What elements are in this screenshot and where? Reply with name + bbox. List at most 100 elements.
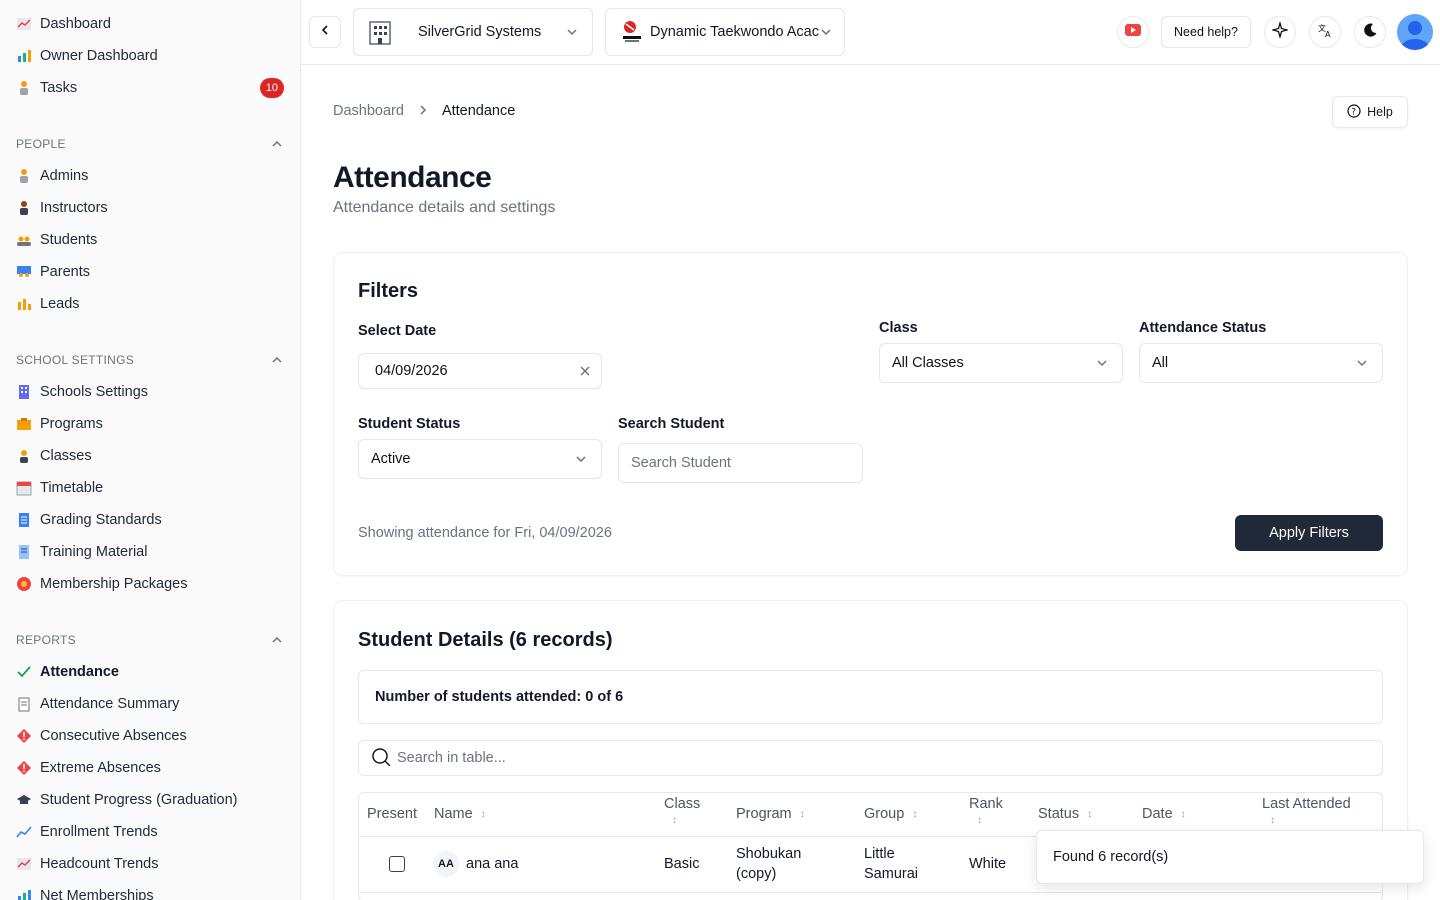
programs-icon xyxy=(16,416,32,432)
sidebar-item-tasks[interactable]: Tasks 10 xyxy=(16,76,286,100)
school-select[interactable]: Dynamic Taekwondo Acac xyxy=(605,8,845,56)
date-input[interactable]: 04/09/2026 xyxy=(358,353,602,389)
page-title: Attendance xyxy=(333,161,492,194)
bar-chart-icon xyxy=(16,48,32,64)
column-header-group[interactable]: Group ↕ xyxy=(864,806,917,822)
program-line: (copy) xyxy=(736,866,777,882)
sidebar-item-consecutive-absences[interactable]: Consecutive Absences xyxy=(16,724,286,748)
attendance-status-value: All xyxy=(1152,355,1169,371)
sidebar-item-label: Net Memberships xyxy=(40,888,154,900)
sidebar-item-dashboard[interactable]: Dashboard xyxy=(16,12,286,36)
column-header-last-attended[interactable]: Last Attended xyxy=(1262,796,1351,812)
present-checkbox[interactable] xyxy=(389,856,405,872)
student-status-select[interactable]: Active xyxy=(358,439,602,479)
search-student-label: Search Student xyxy=(618,416,725,432)
column-header-program[interactable]: Program ↕ xyxy=(736,806,805,822)
dark-mode-button[interactable] xyxy=(1354,16,1386,48)
sidebar-item-enrollment-trends[interactable]: Enrollment Trends xyxy=(16,820,286,844)
showing-attendance-text: Showing attendance for Fri, 04/09/2026 xyxy=(358,525,612,541)
question-circle-icon: ? xyxy=(1347,103,1361,121)
sidebar-item-grading-standards[interactable]: Grading Standards xyxy=(16,508,286,532)
sidebar-item-extreme-absences[interactable]: Extreme Absences xyxy=(16,756,286,780)
section-reports-header[interactable]: REPORTS xyxy=(16,633,286,647)
sidebar-item-attendance-summary[interactable]: Attendance Summary xyxy=(16,692,286,716)
column-label: Group xyxy=(864,806,905,822)
chart-icon xyxy=(16,856,32,872)
attendance-status-select[interactable]: All xyxy=(1139,343,1383,383)
column-header-status[interactable]: Status ↕ xyxy=(1038,806,1092,822)
program-line: Shobukan xyxy=(736,846,802,862)
graduation-cap-icon xyxy=(16,792,32,808)
ai-sparkle-button[interactable] xyxy=(1264,16,1296,48)
apply-filters-button[interactable]: Apply Filters xyxy=(1235,515,1383,551)
student-name: ana ana xyxy=(466,856,519,872)
sidebar-item-parents[interactable]: Parents xyxy=(16,260,286,284)
section-people-header[interactable]: PEOPLE xyxy=(16,137,286,151)
school-name: Dynamic Taekwondo Acac xyxy=(650,24,819,40)
sidebar-item-timetable[interactable]: Timetable xyxy=(16,476,286,500)
column-header-class[interactable]: Class xyxy=(664,796,700,812)
chevron-up-icon xyxy=(272,635,282,645)
sidebar-item-classes[interactable]: Classes xyxy=(16,444,286,468)
sidebar-item-owner-dashboard[interactable]: Owner Dashboard xyxy=(16,44,286,68)
sidebar-item-students[interactable]: Students xyxy=(16,228,286,252)
instructor-icon xyxy=(16,200,32,216)
clear-icon[interactable] xyxy=(579,365,591,377)
sidebar-item-label: Instructors xyxy=(40,200,108,216)
sidebar-item-label: Student Progress (Graduation) xyxy=(40,792,238,808)
sidebar-item-programs[interactable]: Programs xyxy=(16,412,286,436)
file-icon xyxy=(16,544,32,560)
sort-icon: ↕ xyxy=(977,815,982,826)
sort-icon: ↕ xyxy=(1087,808,1093,820)
class-value: All Classes xyxy=(892,355,964,371)
sidebar-item-net-memberships[interactable]: Net Memberships xyxy=(16,884,286,900)
search-icon xyxy=(371,746,391,770)
chevron-down-icon xyxy=(566,26,578,38)
date-value: 04/09/2026 xyxy=(375,363,448,379)
sidebar-item-label: Owner Dashboard xyxy=(40,48,158,64)
column-header-rank[interactable]: Rank xyxy=(969,796,1003,812)
sidebar-item-headcount-trends[interactable]: Headcount Trends xyxy=(16,852,286,876)
sidebar-item-label: Dashboard xyxy=(40,16,111,32)
sidebar-item-label: Leads xyxy=(40,296,80,312)
sidebar-item-student-progress[interactable]: Student Progress (Graduation) xyxy=(16,788,286,812)
building-icon xyxy=(366,18,394,46)
moon-icon xyxy=(1362,22,1378,43)
section-school-settings-header[interactable]: SCHOOL SETTINGS xyxy=(16,353,286,367)
back-button[interactable] xyxy=(309,16,341,48)
sidebar-item-schools-settings[interactable]: Schools Settings xyxy=(16,380,286,404)
sidebar-item-label: Consecutive Absences xyxy=(40,728,187,744)
sidebar-item-membership-packages[interactable]: Membership Packages xyxy=(16,572,286,596)
user-avatar[interactable] xyxy=(1397,14,1433,50)
language-button[interactable]: 文A xyxy=(1309,16,1341,48)
sidebar-item-training-material[interactable]: Training Material xyxy=(16,540,286,564)
student-details-title: Student Details (6 records) xyxy=(358,629,613,651)
svg-text:A: A xyxy=(1325,30,1331,38)
sidebar-item-label: Enrollment Trends xyxy=(40,824,158,840)
column-header-name[interactable]: Name ↕ xyxy=(434,806,486,822)
organization-select[interactable]: SilverGrid Systems xyxy=(353,8,593,56)
breadcrumb: Dashboard Attendance xyxy=(333,103,515,119)
youtube-button[interactable] xyxy=(1117,16,1149,48)
classes-icon xyxy=(16,448,32,464)
sidebar-item-leads[interactable]: Leads xyxy=(16,292,286,316)
sidebar-item-attendance[interactable]: Attendance xyxy=(16,660,286,684)
table-search-input[interactable]: Search in table... xyxy=(358,740,1383,776)
sidebar-item-instructors[interactable]: Instructors xyxy=(16,196,286,220)
column-header-date[interactable]: Date ↕ xyxy=(1142,806,1186,822)
help-button[interactable]: ? Help xyxy=(1332,96,1408,128)
sidebar-item-label: Attendance Summary xyxy=(40,696,180,712)
class-select[interactable]: All Classes xyxy=(879,343,1123,383)
sort-icon: ↕ xyxy=(1180,808,1186,820)
admin-icon xyxy=(16,168,32,184)
column-header-present[interactable]: Present xyxy=(367,806,417,822)
breadcrumb-dashboard-link[interactable]: Dashboard xyxy=(333,103,404,119)
youtube-icon xyxy=(1125,23,1141,41)
topbar: SilverGrid Systems Dynamic Taekwondo Aca… xyxy=(301,0,1440,65)
sidebar-item-admins[interactable]: Admins xyxy=(16,164,286,188)
need-help-button[interactable]: Need help? xyxy=(1161,16,1251,48)
calendar-icon xyxy=(16,480,32,496)
student-rank: White xyxy=(969,856,1007,872)
toast-message: Found 6 record(s) xyxy=(1053,849,1169,865)
search-student-input[interactable]: Search Student xyxy=(618,443,863,483)
